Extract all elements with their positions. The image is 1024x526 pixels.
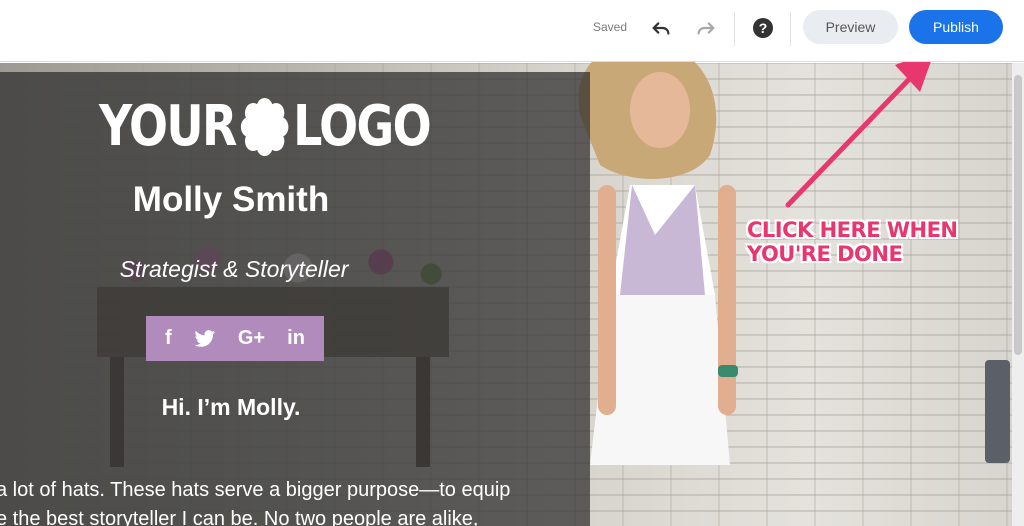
about-text[interactable]: a lot of hats. These hats serve a bigger… <box>0 476 556 526</box>
about-text-line: e the best storyteller I can be. No two … <box>0 508 479 526</box>
logo-text-right: LOGO <box>293 94 431 159</box>
preview-button[interactable]: Preview <box>803 10 898 44</box>
twitter-icon[interactable] <box>194 329 216 349</box>
logo-flower-icon <box>240 97 289 156</box>
google-plus-icon[interactable]: G+ <box>238 327 265 350</box>
social-links-bar: f G+ in <box>146 316 324 361</box>
logo-text-left: YOUR <box>99 94 237 159</box>
about-heading[interactable]: Hi. I’m Molly. <box>0 394 462 421</box>
annotation-callout: CLICK HERE WHEN YOU'RE DONE <box>747 218 958 266</box>
annotation-arrow-icon <box>785 50 935 208</box>
publish-button[interactable]: Publish <box>909 10 1003 44</box>
toolbar-divider <box>790 12 791 46</box>
site-tagline[interactable]: Strategist & Storyteller <box>0 256 468 283</box>
scrollbar-thumb[interactable] <box>1014 75 1022 355</box>
linkedin-icon[interactable]: in <box>287 327 305 350</box>
redo-icon[interactable] <box>695 17 717 39</box>
callout-line: CLICK HERE WHEN <box>747 218 958 242</box>
hero-photo-woman <box>578 41 738 465</box>
editor-toolbar: Saved ? Preview Publish <box>0 0 1024 62</box>
pipe-image <box>985 360 1010 463</box>
site-logo[interactable]: YOUR LOGO <box>99 94 432 159</box>
site-name-heading[interactable]: Molly Smith <box>0 180 462 220</box>
about-text-line: a lot of hats. These hats serve a bigger… <box>0 479 511 501</box>
save-status: Saved <box>593 20 628 34</box>
toolbar-divider <box>734 12 735 46</box>
callout-line: YOU'RE DONE <box>747 242 903 266</box>
undo-icon[interactable] <box>650 17 672 39</box>
help-icon[interactable]: ? <box>753 18 773 38</box>
facebook-icon[interactable]: f <box>165 327 172 350</box>
